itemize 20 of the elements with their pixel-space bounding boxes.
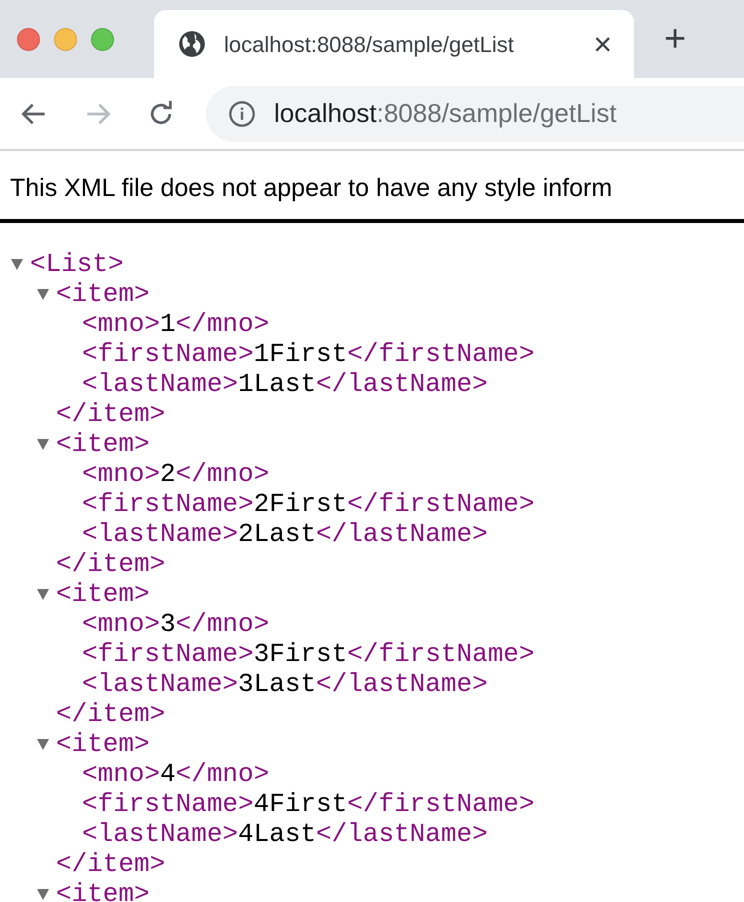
new-tab-button[interactable]: + [664,20,686,58]
xml-element-line: <firstName>1First</firstName> [82,338,534,370]
close-window-icon[interactable] [17,28,40,50]
style-notice: This XML file does not appear to have any style inform [9,173,614,204]
info-icon [228,100,256,128]
xml-element-line: <firstName>3First</firstName> [82,638,534,670]
collapse-triangle-icon[interactable] [36,287,50,301]
address-bar[interactable]: localhost:8088/sample/getList [206,86,744,142]
collapse-triangle-icon[interactable] [36,587,50,601]
tab-title: localhost:8088/sample/getList [224,30,514,59]
collapse-triangle-icon[interactable] [36,737,50,751]
collapse-triangle-icon[interactable] [36,437,50,451]
xml-element-line: <firstName>2First</firstName> [82,488,534,520]
collapse-triangle-icon[interactable] [10,257,24,271]
browser-tab[interactable]: localhost:8088/sample/getList × [154,10,634,78]
collapse-triangle-icon[interactable] [36,887,50,901]
globe-icon [178,30,206,58]
url-text: localhost:8088/sample/getList [274,97,617,130]
xml-element-line: <firstName>4First</firstName> [82,788,534,820]
tab-close-button[interactable]: × [593,28,612,60]
